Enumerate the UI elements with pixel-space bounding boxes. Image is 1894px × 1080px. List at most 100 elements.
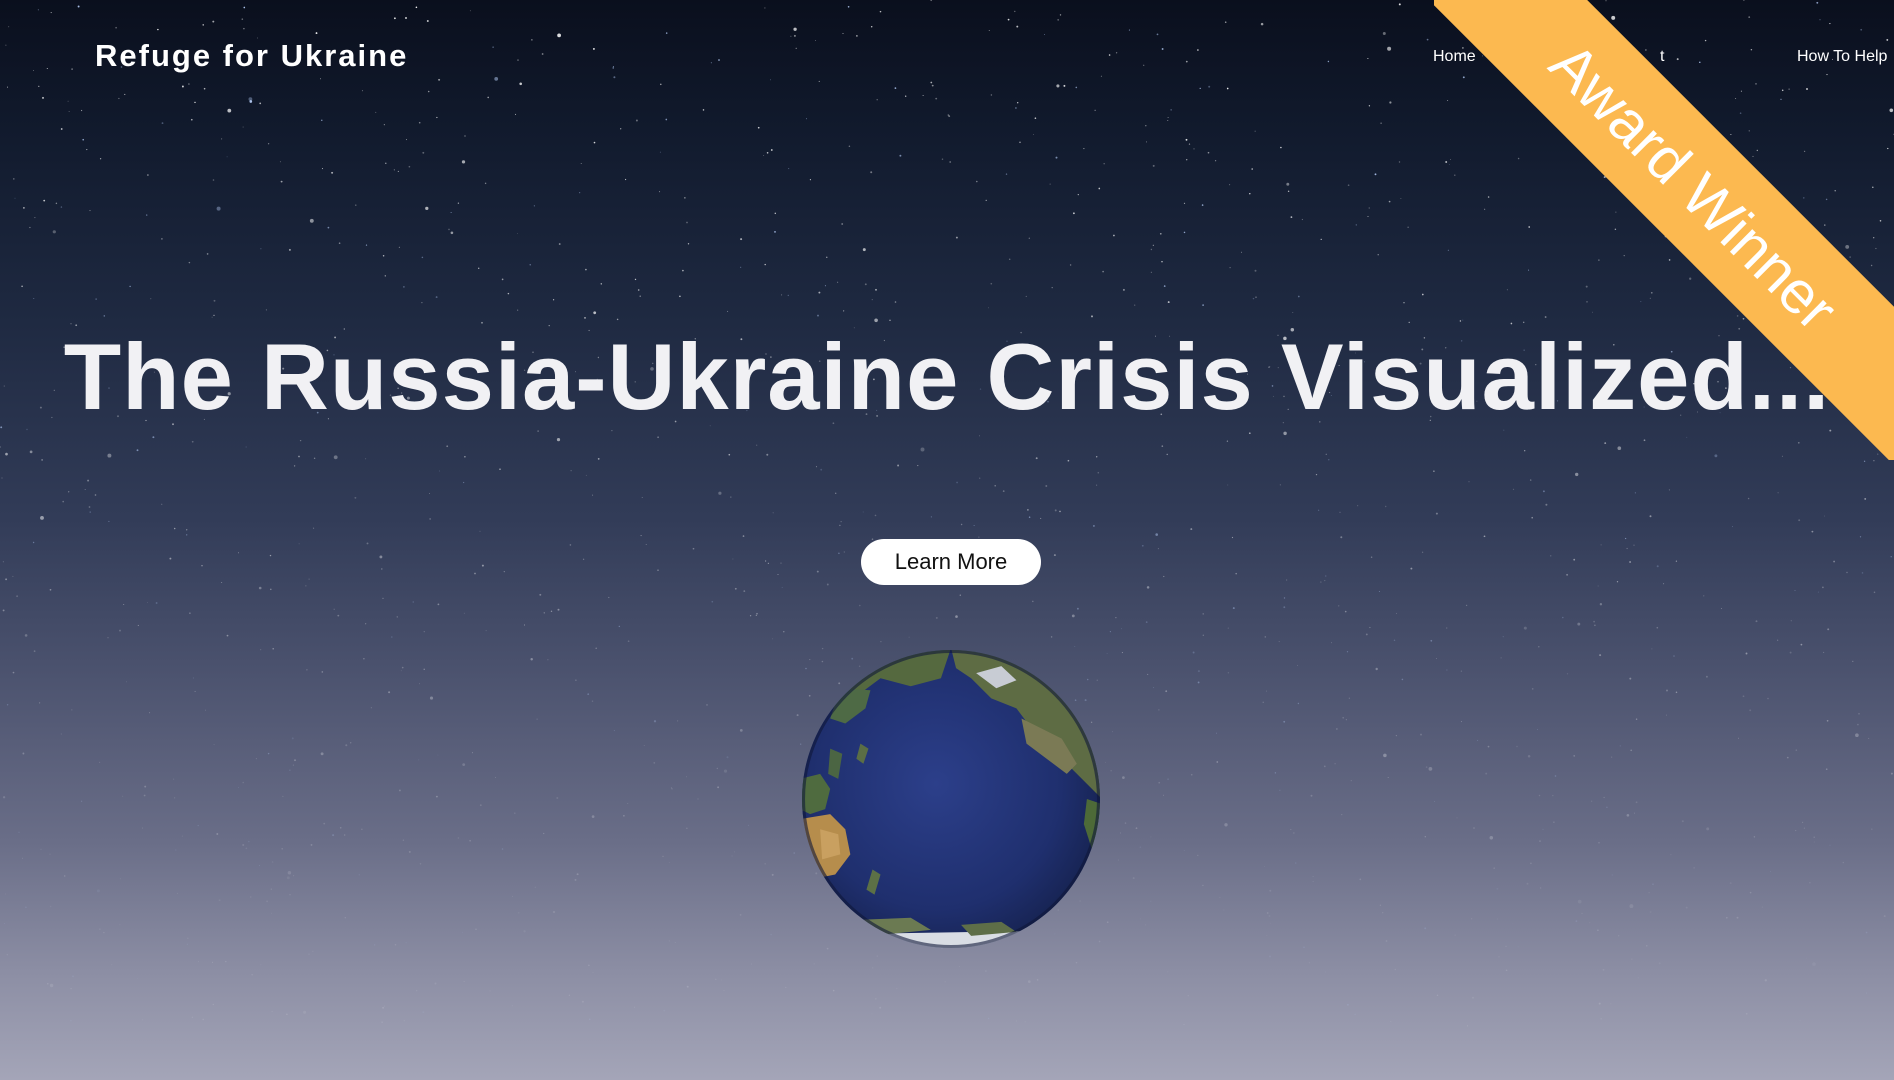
star xyxy=(1575,472,1579,477)
star xyxy=(421,256,424,259)
star xyxy=(298,455,300,458)
star xyxy=(793,27,797,31)
star xyxy=(1328,459,1330,461)
star xyxy=(174,797,176,799)
star xyxy=(837,281,839,283)
star xyxy=(1280,146,1282,149)
nav-partial-link[interactable]: t xyxy=(1660,48,1664,66)
star xyxy=(437,603,440,606)
star xyxy=(781,294,783,296)
star xyxy=(1183,849,1185,852)
star xyxy=(1656,626,1659,629)
star xyxy=(774,231,776,233)
star xyxy=(1357,505,1359,507)
star xyxy=(1487,745,1490,748)
star xyxy=(107,637,109,639)
star xyxy=(1283,431,1287,436)
star xyxy=(1016,25,1019,28)
star xyxy=(187,937,189,940)
star xyxy=(1736,916,1739,919)
star xyxy=(103,315,106,317)
star xyxy=(1387,46,1392,51)
star xyxy=(1485,772,1488,775)
star xyxy=(832,989,835,992)
star xyxy=(1668,259,1671,261)
nav-home-link[interactable]: Home xyxy=(1433,48,1476,66)
star xyxy=(381,1021,383,1023)
star xyxy=(1337,605,1340,607)
star xyxy=(1602,968,1605,971)
star xyxy=(1436,994,1439,997)
star xyxy=(462,932,464,934)
star xyxy=(1264,636,1267,638)
star xyxy=(1777,639,1779,641)
star xyxy=(677,720,679,722)
star xyxy=(1104,761,1106,763)
earth-globe-icon[interactable] xyxy=(800,648,1102,950)
star xyxy=(1749,709,1752,712)
star xyxy=(421,301,423,304)
star xyxy=(1629,561,1632,563)
star xyxy=(657,569,659,571)
star xyxy=(826,583,829,586)
star xyxy=(1192,651,1195,654)
star xyxy=(531,39,533,41)
star xyxy=(973,525,975,526)
star xyxy=(38,702,41,704)
star xyxy=(81,109,83,112)
star xyxy=(1269,922,1271,924)
star xyxy=(1034,117,1037,119)
star xyxy=(517,233,518,235)
star xyxy=(920,447,925,452)
star xyxy=(1617,446,1622,451)
star xyxy=(575,679,577,681)
star xyxy=(1466,1025,1469,1027)
star xyxy=(1145,125,1147,127)
star xyxy=(1743,0,1745,1)
star xyxy=(990,282,993,285)
star xyxy=(1794,589,1796,591)
star xyxy=(838,552,840,555)
star xyxy=(1626,813,1630,817)
star xyxy=(1633,544,1635,546)
star xyxy=(1496,887,1499,890)
star xyxy=(82,138,85,141)
star xyxy=(716,767,718,770)
star xyxy=(1670,854,1672,856)
nav-how-to-help-link[interactable]: How To Help xyxy=(1797,48,1887,66)
star xyxy=(519,82,523,86)
star xyxy=(739,914,742,916)
learn-more-button[interactable]: Learn More xyxy=(861,539,1041,585)
star xyxy=(1025,295,1027,297)
star xyxy=(1465,604,1468,607)
star xyxy=(674,942,676,944)
star xyxy=(767,562,770,565)
star xyxy=(592,47,595,50)
star xyxy=(1562,616,1564,619)
star xyxy=(585,268,587,271)
star xyxy=(1817,591,1819,593)
star xyxy=(1566,573,1569,576)
star xyxy=(169,557,172,560)
star xyxy=(955,236,958,239)
star xyxy=(1742,317,1745,320)
star xyxy=(271,861,274,863)
star xyxy=(484,182,487,185)
star xyxy=(692,547,695,550)
star xyxy=(1292,832,1295,834)
star xyxy=(425,206,429,211)
star xyxy=(537,430,539,432)
star xyxy=(86,149,88,151)
star xyxy=(1308,962,1311,964)
star xyxy=(450,231,454,235)
star xyxy=(717,786,719,789)
star xyxy=(568,994,571,996)
star xyxy=(1703,595,1705,597)
star xyxy=(1056,84,1060,88)
brand-logo-link[interactable]: Refuge for Ukraine xyxy=(95,38,408,74)
star xyxy=(1120,832,1121,834)
star xyxy=(1454,174,1456,176)
star xyxy=(530,658,533,661)
star xyxy=(1219,896,1221,899)
star xyxy=(1799,1019,1801,1021)
